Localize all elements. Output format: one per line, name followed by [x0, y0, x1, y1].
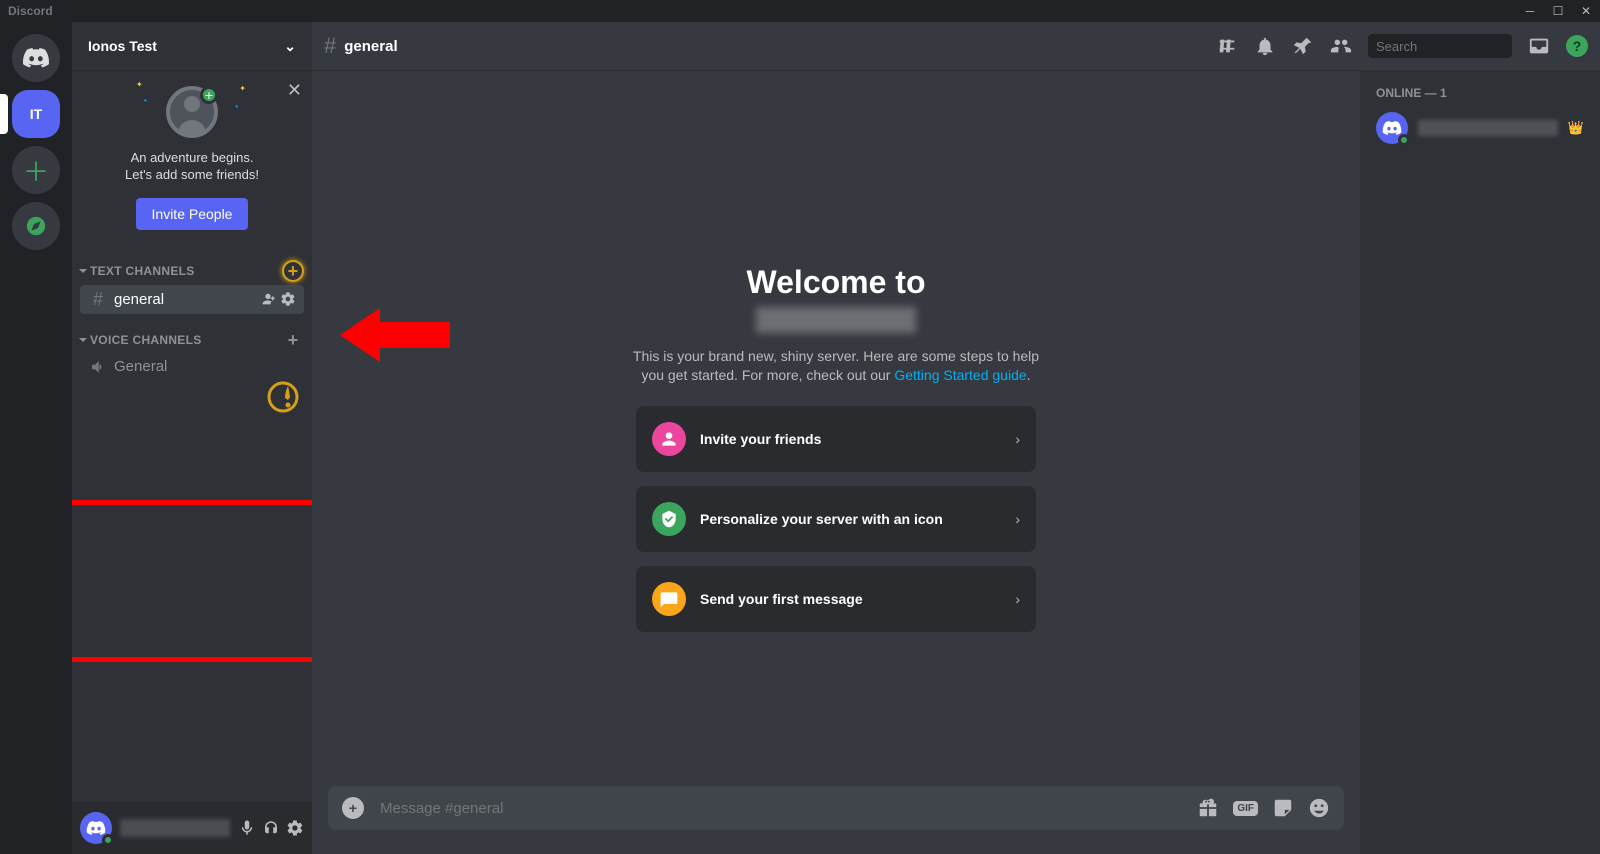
window-controls: ─ ☐ ✕: [1516, 0, 1600, 22]
onboarding-invite-card[interactable]: Invite your friends ›: [636, 406, 1036, 472]
member-avatar-icon: [1376, 112, 1408, 144]
text-channels-category[interactable]: TEXT CHANNELS +: [72, 246, 312, 284]
invite-card: ✕ ✦ • ✦ • + An adventure begins. Let's a…: [72, 70, 312, 246]
getting-started-link[interactable]: Getting Started guide: [894, 367, 1026, 383]
channel-name: general: [114, 291, 254, 308]
compass-icon: [25, 215, 47, 237]
create-voice-channel-button[interactable]: +: [284, 331, 302, 349]
members-toggle-icon[interactable]: [1330, 35, 1352, 57]
server-icon-ionos[interactable]: IT: [12, 90, 60, 138]
close-invite-card-button[interactable]: ✕: [287, 80, 302, 101]
sticker-icon[interactable]: [1272, 797, 1294, 819]
online-status-icon: [102, 834, 114, 846]
threads-icon[interactable]: [1216, 35, 1238, 57]
personalize-icon: [652, 502, 686, 536]
card-label: Personalize your server with an icon: [700, 511, 1001, 527]
voice-channels-category[interactable]: VOICE CHANNELS +: [72, 315, 312, 353]
emoji-icon[interactable]: [1308, 797, 1330, 819]
text-channels-label: TEXT CHANNELS: [90, 264, 195, 278]
chevron-down-icon: ⌄: [284, 38, 296, 55]
explore-button[interactable]: [12, 202, 60, 250]
annotation-red-box: [72, 500, 312, 662]
caret-down-icon: [78, 335, 88, 345]
maximize-button[interactable]: ☐: [1544, 0, 1572, 22]
voice-channel-general[interactable]: General: [80, 354, 304, 380]
member-item[interactable]: 👑: [1368, 108, 1592, 148]
help-icon[interactable]: ?: [1566, 35, 1588, 57]
app-body: IT ＋ Ionos Test ⌄ ✕ ✦ • ✦ • +: [0, 22, 1600, 854]
avatar-placeholder-icon: +: [166, 86, 218, 138]
discord-clyde-icon: [86, 821, 106, 835]
pinned-icon[interactable]: [1292, 35, 1314, 57]
invite-to-channel-icon[interactable]: [260, 291, 276, 307]
server-initials: IT: [30, 106, 42, 122]
home-button[interactable]: [12, 34, 60, 82]
channel-header-name: general: [344, 38, 397, 55]
annotation-exclamation-icon: [266, 380, 300, 414]
app-name: Discord: [8, 4, 53, 18]
server-header[interactable]: Ionos Test ⌄: [72, 22, 312, 70]
user-name-redacted: [120, 819, 230, 837]
card-label: Invite your friends: [700, 431, 1001, 447]
hash-icon: #: [324, 33, 336, 59]
voice-channel-name: General: [114, 358, 296, 375]
channel-settings-icon[interactable]: [280, 291, 296, 307]
server-name: Ionos Test: [88, 38, 157, 54]
channel-sidebar: Ionos Test ⌄ ✕ ✦ • ✦ • + An adventure be…: [72, 22, 312, 854]
header-toolbar: ?: [1216, 34, 1588, 58]
notifications-icon[interactable]: [1254, 35, 1276, 57]
deafen-button-icon[interactable]: [262, 819, 280, 837]
channel-general[interactable]: # general: [80, 285, 304, 314]
channel-list: TEXT CHANNELS + # general VOICE CHANNELS…: [72, 246, 312, 802]
user-panel: [72, 802, 312, 854]
caret-down-icon: [78, 266, 88, 276]
main-content: # general ? Welcome to: [312, 22, 1600, 854]
chevron-right-icon: ›: [1015, 511, 1020, 527]
card-label: Send your first message: [700, 591, 1001, 607]
settings-button-icon[interactable]: [286, 819, 304, 837]
invite-card-text: An adventure begins. Let's add some frie…: [125, 150, 259, 184]
guilds-list: IT ＋: [0, 22, 72, 854]
main-body: Welcome to This is your brand new, shiny…: [312, 70, 1600, 854]
create-text-channel-button[interactable]: +: [284, 262, 302, 280]
close-button[interactable]: ✕: [1572, 0, 1600, 22]
message-input[interactable]: [378, 799, 1183, 818]
user-avatar[interactable]: [80, 812, 112, 844]
hash-icon: #: [88, 289, 108, 310]
welcome-server-name-redacted: [756, 307, 916, 333]
onboarding-personalize-card[interactable]: Personalize your server with an icon ›: [636, 486, 1036, 552]
search-box[interactable]: [1368, 34, 1512, 58]
add-server-button[interactable]: ＋: [12, 146, 60, 194]
onboarding-first-message-card[interactable]: Send your first message ›: [636, 566, 1036, 632]
inbox-icon[interactable]: [1528, 35, 1550, 57]
search-input[interactable]: [1374, 38, 1554, 55]
welcome-panel: Welcome to This is your brand new, shiny…: [312, 70, 1360, 786]
channel-header: # general ?: [312, 22, 1600, 70]
gift-icon[interactable]: [1197, 797, 1219, 819]
chevron-right-icon: ›: [1015, 591, 1020, 607]
member-name-redacted: [1418, 120, 1558, 136]
members-panel: ONLINE — 1 👑: [1360, 70, 1600, 854]
onboarding-cards: Invite your friends › Personalize your s…: [636, 406, 1036, 632]
minimize-button[interactable]: ─: [1516, 0, 1544, 22]
invite-people-button[interactable]: Invite People: [136, 198, 249, 230]
chat-input-bar: + GIF: [328, 786, 1344, 830]
members-header: ONLINE — 1: [1368, 86, 1592, 108]
mute-button-icon[interactable]: [238, 819, 256, 837]
chat-area: Welcome to This is your brand new, shiny…: [312, 70, 1360, 854]
invite-friends-icon: [652, 422, 686, 456]
chevron-right-icon: ›: [1015, 431, 1020, 447]
owner-crown-icon: 👑: [1568, 120, 1584, 136]
first-message-icon: [652, 582, 686, 616]
gif-button[interactable]: GIF: [1233, 801, 1258, 816]
welcome-description: This is your brand new, shiny server. He…: [633, 347, 1039, 385]
plus-badge-icon: +: [200, 86, 218, 104]
attach-button[interactable]: +: [342, 797, 364, 819]
discord-logo-icon: [22, 48, 50, 68]
welcome-title: Welcome to: [747, 264, 926, 301]
title-bar: Discord ─ ☐ ✕: [0, 0, 1600, 22]
speaker-icon: [88, 358, 108, 376]
voice-channels-label: VOICE CHANNELS: [90, 333, 202, 347]
